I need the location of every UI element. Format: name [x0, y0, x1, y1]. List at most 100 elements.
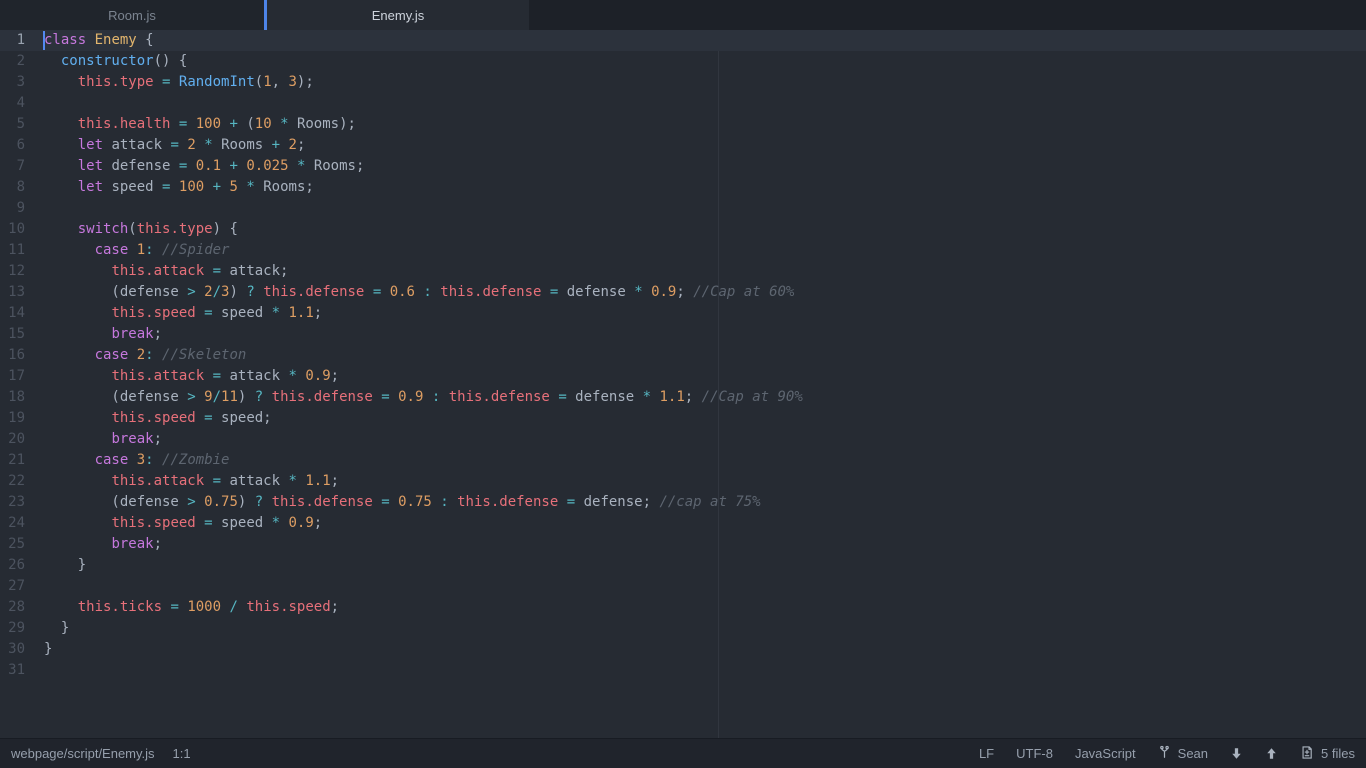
- code-line[interactable]: 16 case 2: //Skeleton: [0, 345, 1366, 366]
- line-number: 25: [8, 536, 25, 552]
- code-line[interactable]: 8 let speed = 100 + 5 * Rooms;: [0, 177, 1366, 198]
- tab-enemy-js[interactable]: Enemy.js: [264, 0, 529, 30]
- code-text: let attack = 2 * Rooms + 2;: [77, 137, 306, 153]
- line-number: 7: [16, 158, 25, 174]
- code-line[interactable]: 15 break;: [0, 324, 1366, 345]
- code-line[interactable]: 7 let defense = 0.1 + 0.025 * Rooms;: [0, 156, 1366, 177]
- language-indicator[interactable]: JavaScript: [1075, 746, 1136, 761]
- line-number: 4: [16, 95, 25, 111]
- code-text: constructor() {: [60, 53, 188, 69]
- line-number: 12: [8, 263, 25, 279]
- project-files-indicator[interactable]: 5 files: [1300, 745, 1355, 763]
- tab-label: Enemy.js: [371, 7, 425, 23]
- line-number: 6: [16, 137, 25, 153]
- code-line[interactable]: 27: [0, 576, 1366, 597]
- git-branch-icon: [1158, 745, 1171, 762]
- code-text: break;: [111, 431, 163, 447]
- code-line[interactable]: 2 constructor() {: [0, 51, 1366, 72]
- code-line[interactable]: 6 let attack = 2 * Rooms + 2;: [0, 135, 1366, 156]
- code-text: this.speed = speed;: [111, 410, 272, 426]
- code-line[interactable]: 10 switch(this.type) {: [0, 219, 1366, 240]
- code-line[interactable]: 11 case 1: //Spider: [0, 240, 1366, 261]
- line-number: 26: [8, 557, 25, 573]
- scroll-up-button[interactable]: [1265, 747, 1278, 760]
- code-text: let defense = 0.1 + 0.025 * Rooms;: [77, 158, 365, 174]
- code-line[interactable]: 20 break;: [0, 429, 1366, 450]
- line-number: 27: [8, 578, 25, 594]
- git-branch-name: Sean: [1177, 746, 1209, 761]
- encoding-indicator[interactable]: UTF-8: [1016, 746, 1053, 761]
- code-text: this.attack = attack;: [111, 263, 289, 279]
- code-line[interactable]: 31: [0, 660, 1366, 681]
- code-line[interactable]: 26 }: [0, 555, 1366, 576]
- line-number: 21: [8, 452, 25, 468]
- code-text: this.attack = attack * 0.9;: [111, 368, 340, 384]
- code-line[interactable]: 18 (defense > 9/11) ? this.defense = 0.9…: [0, 387, 1366, 408]
- line-number: 1: [16, 32, 25, 48]
- line-number: 17: [8, 368, 25, 384]
- line-number: 2: [16, 53, 25, 69]
- code-line[interactable]: 12 this.attack = attack;: [0, 261, 1366, 282]
- code-text: this.speed = speed * 1.1;: [111, 305, 323, 321]
- code-line[interactable]: 19 this.speed = speed;: [0, 408, 1366, 429]
- line-number: 14: [8, 305, 25, 321]
- editor-window: Room.js Enemy.js 1 class Enemy {2 constru…: [0, 0, 1366, 768]
- tab-label: Room.js: [108, 7, 156, 23]
- code-text: break;: [111, 326, 163, 342]
- line-number: 23: [8, 494, 25, 510]
- file-path: webpage/script/Enemy.js: [11, 746, 155, 761]
- code-line[interactable]: 21 case 3: //Zombie: [0, 450, 1366, 471]
- line-number: 29: [8, 620, 25, 636]
- line-number: 22: [8, 473, 25, 489]
- code-text: }: [44, 620, 70, 636]
- line-number: 13: [8, 284, 25, 300]
- code-text: (defense > 0.75) ? this.defense = 0.75 :…: [44, 494, 761, 510]
- code-line[interactable]: 28 this.ticks = 1000 / this.speed;: [0, 597, 1366, 618]
- code-text: this.type = RandomInt(1, 3);: [77, 74, 314, 90]
- code-line[interactable]: 25 break;: [0, 534, 1366, 555]
- code-text: let speed = 100 + 5 * Rooms;: [77, 179, 314, 195]
- line-number: 19: [8, 410, 25, 426]
- editor[interactable]: 1 class Enemy {2 constructor() {3 this.ty…: [0, 30, 1366, 738]
- code-line[interactable]: 4: [0, 93, 1366, 114]
- tab-bar: Room.js Enemy.js: [0, 0, 1366, 30]
- cursor-position: 1:1: [172, 746, 191, 761]
- code-line[interactable]: 3 this.type = RandomInt(1, 3);: [0, 72, 1366, 93]
- code-text: this.health = 100 + (10 * Rooms);: [77, 116, 356, 132]
- line-number: 16: [8, 347, 25, 363]
- code-line[interactable]: 17 this.attack = attack * 0.9;: [0, 366, 1366, 387]
- code-line[interactable]: 24 this.speed = speed * 0.9;: [0, 513, 1366, 534]
- tab-room-js[interactable]: Room.js: [0, 0, 264, 30]
- code-text: }: [44, 641, 53, 657]
- code-line[interactable]: 9: [0, 198, 1366, 219]
- code-line[interactable]: 5 this.health = 100 + (10 * Rooms);: [0, 114, 1366, 135]
- code-line[interactable]: 30}: [0, 639, 1366, 660]
- line-number: 3: [16, 74, 25, 90]
- line-number: 20: [8, 431, 25, 447]
- arrow-down-icon: [1232, 748, 1241, 759]
- line-number: 31: [8, 662, 25, 678]
- code-line[interactable]: 22 this.attack = attack * 1.1;: [0, 471, 1366, 492]
- code-line[interactable]: 23 (defense > 0.75) ? this.defense = 0.7…: [0, 492, 1366, 513]
- line-number: 18: [8, 389, 25, 405]
- arrow-up-icon: [1267, 748, 1276, 759]
- line-number: 9: [16, 200, 25, 216]
- code-text: (defense > 2/3) ? this.defense = 0.6 : t…: [44, 284, 795, 300]
- line-number: 10: [8, 221, 25, 237]
- code-line[interactable]: 13 (defense > 2/3) ? this.defense = 0.6 …: [0, 282, 1366, 303]
- git-branch-indicator[interactable]: Sean: [1158, 745, 1208, 762]
- code-line[interactable]: 29 }: [0, 618, 1366, 639]
- code-line[interactable]: 1 class Enemy {: [0, 30, 1366, 51]
- code-text: }: [44, 557, 87, 573]
- line-number: 24: [8, 515, 25, 531]
- code-lines: 1 class Enemy {2 constructor() {3 this.ty…: [0, 30, 1366, 681]
- line-number: 15: [8, 326, 25, 342]
- eol-indicator[interactable]: LF: [979, 746, 994, 761]
- line-number: 11: [8, 242, 25, 258]
- tab-bar-empty-space: [529, 0, 1366, 30]
- code-line[interactable]: 14 this.speed = speed * 1.1;: [0, 303, 1366, 324]
- scroll-down-button[interactable]: [1230, 747, 1243, 760]
- line-number: 5: [16, 116, 25, 132]
